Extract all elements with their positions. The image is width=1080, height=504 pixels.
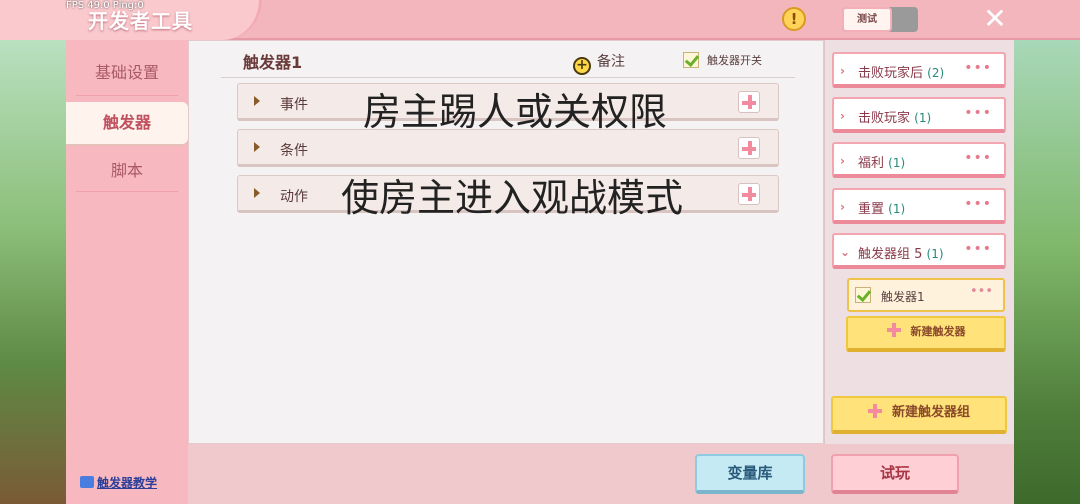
chevron-right-icon: › — [840, 109, 845, 123]
trigger-group-item[interactable]: › 重置 (1) ••• — [832, 188, 1006, 224]
group-name: 击败玩家后 (2) — [858, 66, 945, 81]
new-trigger-label: 新建触发器 — [910, 325, 966, 338]
caret-right-icon — [254, 142, 260, 152]
divider — [76, 95, 178, 96]
sidebar-item-triggers[interactable]: 触发器 — [66, 102, 188, 144]
variable-library-button[interactable]: 变量库 — [695, 454, 805, 494]
more-icon[interactable]: ••• — [964, 150, 992, 166]
more-icon[interactable]: ••• — [964, 105, 992, 121]
plus-circle-icon: + — [573, 57, 591, 75]
selected-trigger-item[interactable]: 触发器1 ••• — [847, 278, 1005, 312]
chevron-down-icon: ⌄ — [840, 245, 851, 259]
sidebar-item-scripts[interactable]: 脚本 — [66, 150, 188, 192]
overlay-annotation-2: 使房主进入观战模式 — [341, 176, 684, 220]
top-bar: FPS 49.0 Ping:0 开发者工具 ! 测试 ✕ — [0, 0, 1080, 40]
trigger-switch[interactable]: 触发器开关 — [683, 52, 762, 68]
trigger-group-item[interactable]: › 击败玩家后 (2) ••• — [832, 52, 1006, 88]
group-name: 福利 (1) — [858, 156, 906, 171]
game-background-left — [0, 40, 66, 504]
chevron-right-icon: › — [840, 64, 845, 78]
new-trigger-button[interactable]: 新建触发器 — [846, 316, 1006, 352]
checkbox-checked-icon — [683, 52, 699, 68]
note-label: 备注 — [597, 54, 625, 70]
checkbox-checked-icon[interactable] — [855, 287, 871, 303]
trigger-tutorial-link[interactable]: 触发器教学 — [80, 474, 157, 491]
more-icon[interactable]: ••• — [970, 284, 993, 299]
new-group-label: 新建触发器组 — [891, 405, 970, 420]
sidebar: 基础设置 触发器 脚本 触发器教学 — [66, 40, 188, 504]
game-background-right — [1014, 40, 1080, 504]
more-icon[interactable]: ••• — [964, 60, 992, 76]
add-icon[interactable] — [738, 137, 760, 159]
plus-icon — [886, 323, 901, 337]
add-icon[interactable] — [738, 91, 760, 113]
group-name: 击败玩家 (1) — [858, 111, 932, 126]
section-label: 条件 — [280, 143, 308, 159]
warning-icon[interactable]: ! — [782, 7, 806, 31]
close-icon[interactable]: ✕ — [980, 4, 1010, 34]
test-toggle-label: 测试 — [842, 7, 892, 32]
section-label: 动作 — [280, 189, 308, 205]
app-title: 开发者工具 — [88, 9, 193, 33]
trigger-group-item[interactable]: › 福利 (1) ••• — [832, 142, 1006, 178]
more-icon[interactable]: ••• — [964, 241, 992, 257]
trigger-editor: 触发器1 + 备注 触发器开关 事件 条件 动作 房主踢人或关权限 使房主进入观战… — [188, 40, 824, 444]
chevron-right-icon: › — [840, 154, 845, 168]
sidebar-item-basic-settings[interactable]: 基础设置 — [66, 52, 188, 94]
trigger-group-list: › 击败玩家后 (2) ••• › 击败玩家 (1) ••• › 福利 (1) … — [824, 40, 1014, 444]
test-toggle[interactable]: 测试 — [842, 7, 918, 32]
play-test-button[interactable]: 试玩 — [831, 454, 959, 494]
trigger-group-item[interactable]: › 击败玩家 (1) ••• — [832, 97, 1006, 133]
trigger-name[interactable]: 触发器1 — [243, 49, 302, 73]
overlay-annotation-1: 房主踢人或关权限 — [363, 90, 668, 134]
new-trigger-group-button[interactable]: 新建触发器组 — [831, 396, 1007, 434]
trigger-group-item-expanded[interactable]: ⌄ 触发器组 5 (1) ••• — [832, 233, 1006, 269]
divider — [221, 77, 795, 78]
trigger-switch-label: 触发器开关 — [707, 54, 762, 67]
plus-icon — [867, 404, 882, 418]
trigger-item-name: 触发器1 — [881, 290, 925, 304]
caret-right-icon — [254, 188, 260, 198]
book-icon — [80, 476, 94, 488]
caret-right-icon — [254, 96, 260, 106]
section-label: 事件 — [280, 97, 308, 113]
note-button[interactable]: + 备注 — [573, 51, 625, 75]
divider — [76, 191, 178, 192]
more-icon[interactable]: ••• — [964, 196, 992, 212]
group-name: 重置 (1) — [858, 202, 906, 217]
add-icon[interactable] — [738, 183, 760, 205]
chevron-right-icon: › — [840, 200, 845, 214]
group-name: 触发器组 5 (1) — [858, 247, 944, 262]
tutorial-label: 触发器教学 — [97, 476, 158, 490]
